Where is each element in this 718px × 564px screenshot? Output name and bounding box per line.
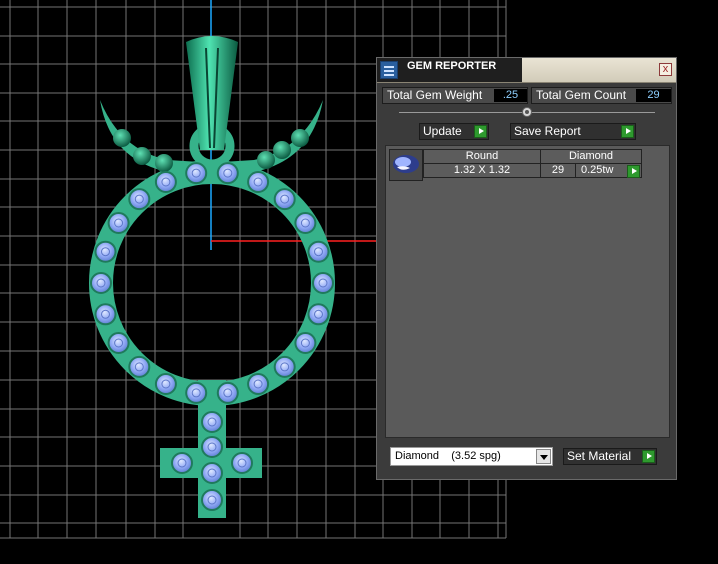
material-name: Diamond <box>395 450 440 462</box>
panel-titlebar[interactable]: GEM REPORTER x <box>377 58 676 83</box>
gem-stone <box>128 355 151 378</box>
update-button[interactable]: Update <box>419 123 489 140</box>
total-gem-count-group: Total Gem Count 29 <box>531 87 672 104</box>
gem-stone <box>185 162 208 185</box>
set-material-button-label: Set Material <box>567 449 632 463</box>
gem-stone <box>312 272 334 294</box>
gem-stone <box>94 240 117 263</box>
gem-stone <box>201 411 223 433</box>
gem-stone <box>201 462 223 484</box>
gem-stone <box>107 332 130 354</box>
total-gem-count-value: 29 <box>636 89 671 102</box>
chevron-down-icon[interactable] <box>536 449 551 464</box>
gem-stone <box>247 373 270 395</box>
gem-stone <box>216 381 239 404</box>
slider-handle[interactable] <box>522 107 532 117</box>
gem-stone <box>90 272 112 294</box>
play-arrow-icon[interactable] <box>627 165 640 178</box>
gem-list-row[interactable]: Round Diamond 1.32 X 1.32 29 0.25tw <box>389 149 644 181</box>
gem-stone <box>107 212 130 234</box>
metal-bead <box>273 141 291 159</box>
gem-stone <box>294 212 317 234</box>
material-spg: (3.52 spg) <box>451 450 501 462</box>
gem-stone <box>247 171 270 193</box>
gem-reporter-icon <box>380 61 398 79</box>
gem-list: Round Diamond 1.32 X 1.32 29 0.25tw <box>385 145 670 438</box>
gem-weight-cell[interactable]: 0.25tw <box>575 163 642 178</box>
gem-stone <box>273 188 296 211</box>
total-gem-count-label: Total Gem Count <box>536 88 627 102</box>
play-arrow-icon <box>621 125 634 138</box>
metal-bead <box>257 151 275 169</box>
column-header-material: Diamond <box>540 149 642 164</box>
metal-bead <box>155 154 173 172</box>
gem-stone <box>171 452 193 474</box>
gem-stone <box>154 171 177 193</box>
gem-stone <box>154 373 177 395</box>
panel-title: GEM REPORTER <box>407 60 497 72</box>
material-select[interactable]: Diamond (3.52 spg) <box>390 447 553 466</box>
gem-count-cell: 29 <box>540 163 576 178</box>
material-select-value: Diamond (3.52 spg) <box>395 448 501 465</box>
save-report-button-label: Save Report <box>514 124 581 138</box>
metal-bead <box>113 129 131 147</box>
gem-stone <box>185 381 208 404</box>
gem-stone <box>128 188 151 211</box>
gem-stone <box>94 303 117 326</box>
set-material-button[interactable]: Set Material <box>563 448 657 465</box>
total-gem-weight-label: Total Gem Weight <box>387 88 483 102</box>
gem-stone <box>294 332 317 354</box>
gem-reporter-panel: GEM REPORTER x Total Gem Weight .25 Tota… <box>376 57 677 480</box>
column-header-shape: Round <box>423 149 541 164</box>
play-arrow-icon <box>474 125 487 138</box>
update-button-label: Update <box>423 124 462 138</box>
gem-stone <box>273 355 296 378</box>
gem-stone <box>231 452 253 474</box>
metal-bead <box>291 129 309 147</box>
play-arrow-icon <box>642 450 655 463</box>
gem-stone <box>201 489 223 511</box>
gem-thumbnail <box>389 149 423 181</box>
close-button[interactable]: x <box>659 63 672 76</box>
gem-stone <box>307 240 330 263</box>
gem-stone <box>216 162 239 185</box>
total-gem-weight-group: Total Gem Weight .25 <box>382 87 528 104</box>
gem-weight-value: 0.25tw <box>581 164 614 176</box>
gem-stone <box>307 303 330 326</box>
total-gem-weight-value: .25 <box>494 89 527 102</box>
gem-size-cell: 1.32 X 1.32 <box>423 163 541 178</box>
metal-bead <box>133 147 151 165</box>
gem-stone <box>201 436 223 458</box>
save-report-button[interactable]: Save Report <box>510 123 636 140</box>
